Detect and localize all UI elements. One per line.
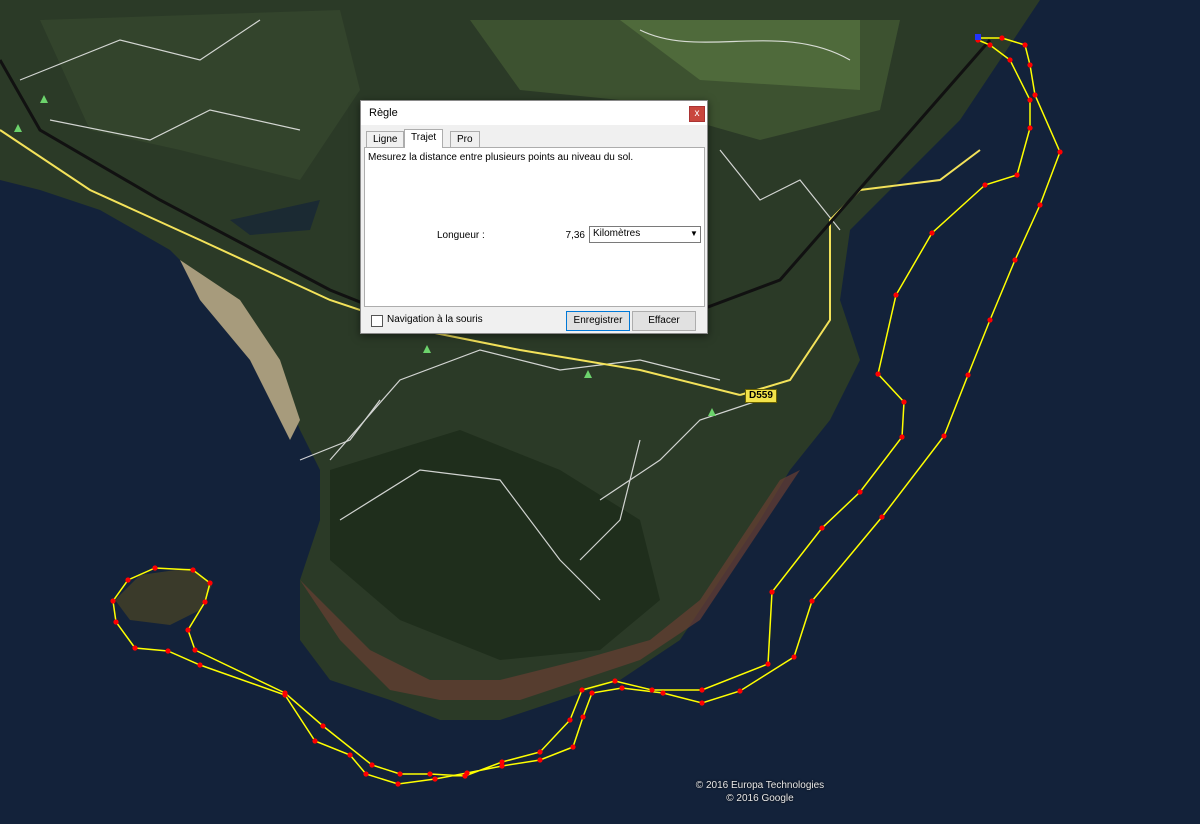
path-point[interactable]: [347, 752, 353, 758]
path-point[interactable]: [965, 372, 971, 378]
path-point[interactable]: [999, 35, 1005, 41]
path-point[interactable]: [1012, 257, 1018, 263]
tab-ligne[interactable]: Ligne: [366, 131, 405, 148]
path-point[interactable]: [1027, 62, 1033, 68]
path-point[interactable]: [570, 744, 576, 750]
path-point[interactable]: [395, 781, 401, 787]
path-point[interactable]: [619, 685, 625, 691]
path-point[interactable]: [363, 771, 369, 777]
path-point[interactable]: [397, 771, 403, 777]
close-button[interactable]: x: [689, 106, 705, 122]
path-point[interactable]: [857, 489, 863, 495]
mouse-navigation-checkbox[interactable]: [371, 315, 383, 327]
path-point[interactable]: [941, 433, 947, 439]
tab-pro[interactable]: Pro: [450, 131, 480, 148]
path-point[interactable]: [192, 647, 198, 653]
ruler-dialog: Règle x Ligne Trajet Pro Mesurez la dist…: [360, 100, 708, 334]
path-point[interactable]: [110, 598, 116, 604]
path-point[interactable]: [1037, 202, 1043, 208]
path-point[interactable]: [499, 759, 505, 765]
path-point[interactable]: [202, 599, 208, 605]
path-point[interactable]: [769, 589, 775, 595]
path-point[interactable]: [765, 661, 771, 667]
path-point[interactable]: [113, 619, 119, 625]
path-point[interactable]: [901, 399, 907, 405]
path-point[interactable]: [132, 645, 138, 651]
path-point[interactable]: [1007, 57, 1013, 63]
unit-select[interactable]: Kilomètres ▼: [589, 226, 701, 243]
path-point[interactable]: [432, 776, 438, 782]
path-point[interactable]: [809, 598, 815, 604]
path-point[interactable]: [207, 580, 213, 586]
path-point[interactable]: [819, 525, 825, 531]
path-point[interactable]: [1022, 42, 1028, 48]
tab-panel-trajet: Mesurez la distance entre plusieurs poin…: [364, 147, 705, 307]
path-point[interactable]: [791, 654, 797, 660]
path-point[interactable]: [125, 577, 131, 583]
path-point[interactable]: [987, 317, 993, 323]
attribution-line: © 2016 Google: [726, 793, 794, 804]
path-point[interactable]: [165, 648, 171, 654]
path-point[interactable]: [152, 565, 158, 571]
path-point[interactable]: [589, 690, 595, 696]
dialog-titlebar[interactable]: Règle x: [361, 101, 707, 125]
map-attribution: © 2016 Europa Technologies © 2016 Google: [640, 779, 880, 805]
mouse-navigation-label[interactable]: Navigation à la souris: [387, 314, 483, 325]
path-point[interactable]: [312, 738, 318, 744]
path-point[interactable]: [649, 687, 655, 693]
clear-button[interactable]: Effacer: [632, 311, 696, 331]
road-label-d559: D559: [745, 389, 777, 403]
path-point[interactable]: [537, 757, 543, 763]
path-point[interactable]: [982, 182, 988, 188]
path-point[interactable]: [875, 371, 881, 377]
path-point[interactable]: [580, 714, 586, 720]
description-text: Mesurez la distance entre plusieurs poin…: [368, 152, 634, 163]
path-point[interactable]: [190, 567, 196, 573]
path-point[interactable]: [899, 434, 905, 440]
tab-trajet[interactable]: Trajet: [404, 129, 444, 148]
dialog-title: Règle: [369, 107, 398, 119]
unit-select-value: Kilomètres: [593, 228, 641, 239]
chevron-down-icon[interactable]: ▼: [688, 227, 700, 242]
path-point[interactable]: [612, 678, 618, 684]
path-point[interactable]: [462, 773, 468, 779]
path-point[interactable]: [197, 662, 203, 668]
path-point[interactable]: [879, 514, 885, 520]
path-point[interactable]: [579, 687, 585, 693]
path-point[interactable]: [699, 687, 705, 693]
length-value: 7,36: [565, 230, 585, 241]
length-label: Longueur :: [437, 230, 485, 241]
path-point[interactable]: [320, 723, 326, 729]
path-point[interactable]: [537, 749, 543, 755]
path-point[interactable]: [1014, 172, 1020, 178]
path-point[interactable]: [1032, 92, 1038, 98]
path-point[interactable]: [1027, 97, 1033, 103]
path-point[interactable]: [369, 762, 375, 768]
path-point[interactable]: [567, 717, 573, 723]
path-point[interactable]: [987, 42, 993, 48]
path-point[interactable]: [699, 700, 705, 706]
path-point[interactable]: [282, 690, 288, 696]
path-point[interactable]: [737, 688, 743, 694]
path-point[interactable]: [893, 292, 899, 298]
path-start-marker: [975, 34, 981, 40]
path-point[interactable]: [185, 627, 191, 633]
path-point[interactable]: [1057, 149, 1063, 155]
save-button[interactable]: Enregistrer: [566, 311, 630, 331]
attribution-line: © 2016 Europa Technologies: [695, 780, 825, 791]
path-point[interactable]: [1027, 125, 1033, 131]
path-point[interactable]: [929, 230, 935, 236]
path-point[interactable]: [427, 771, 433, 777]
path-point[interactable]: [660, 690, 666, 696]
